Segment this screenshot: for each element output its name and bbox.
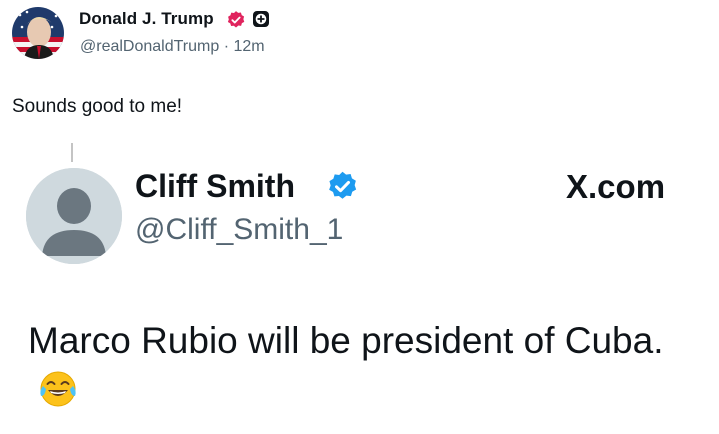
verified-badge-icon (227, 11, 245, 28)
plus-icon (253, 11, 269, 27)
post-header: Donald J. Trump @realDonaldTrump · 12m (10, 4, 690, 64)
author-avatar[interactable] (12, 7, 64, 59)
avatar-image (12, 7, 64, 59)
post-timestamp[interactable]: 12m (234, 38, 265, 55)
xcom-logo: X.com (566, 168, 666, 205)
quoted-author-handle: @Cliff_Smith_1 (135, 213, 344, 246)
blue-verified-badge-icon (329, 171, 357, 199)
handle-separator: · (223, 38, 230, 55)
default-avatar-icon (26, 168, 122, 264)
laughing-tears-emoji-icon (38, 369, 78, 409)
quoted-author-name: Cliff Smith (135, 168, 295, 204)
quoted-author-avatar (26, 168, 122, 264)
author-handle[interactable]: @realDonaldTrump (80, 38, 219, 55)
thread-line (71, 143, 73, 162)
quoted-text: Marco Rubio will be president of Cuba. (28, 316, 668, 416)
author-name[interactable]: Donald J. Trump (79, 9, 214, 29)
quoted-text-body: Marco Rubio will be president of Cuba. (28, 320, 664, 361)
handle-line: @realDonaldTrump · 12m (80, 38, 265, 56)
post-text: Sounds good to me! (12, 96, 183, 117)
